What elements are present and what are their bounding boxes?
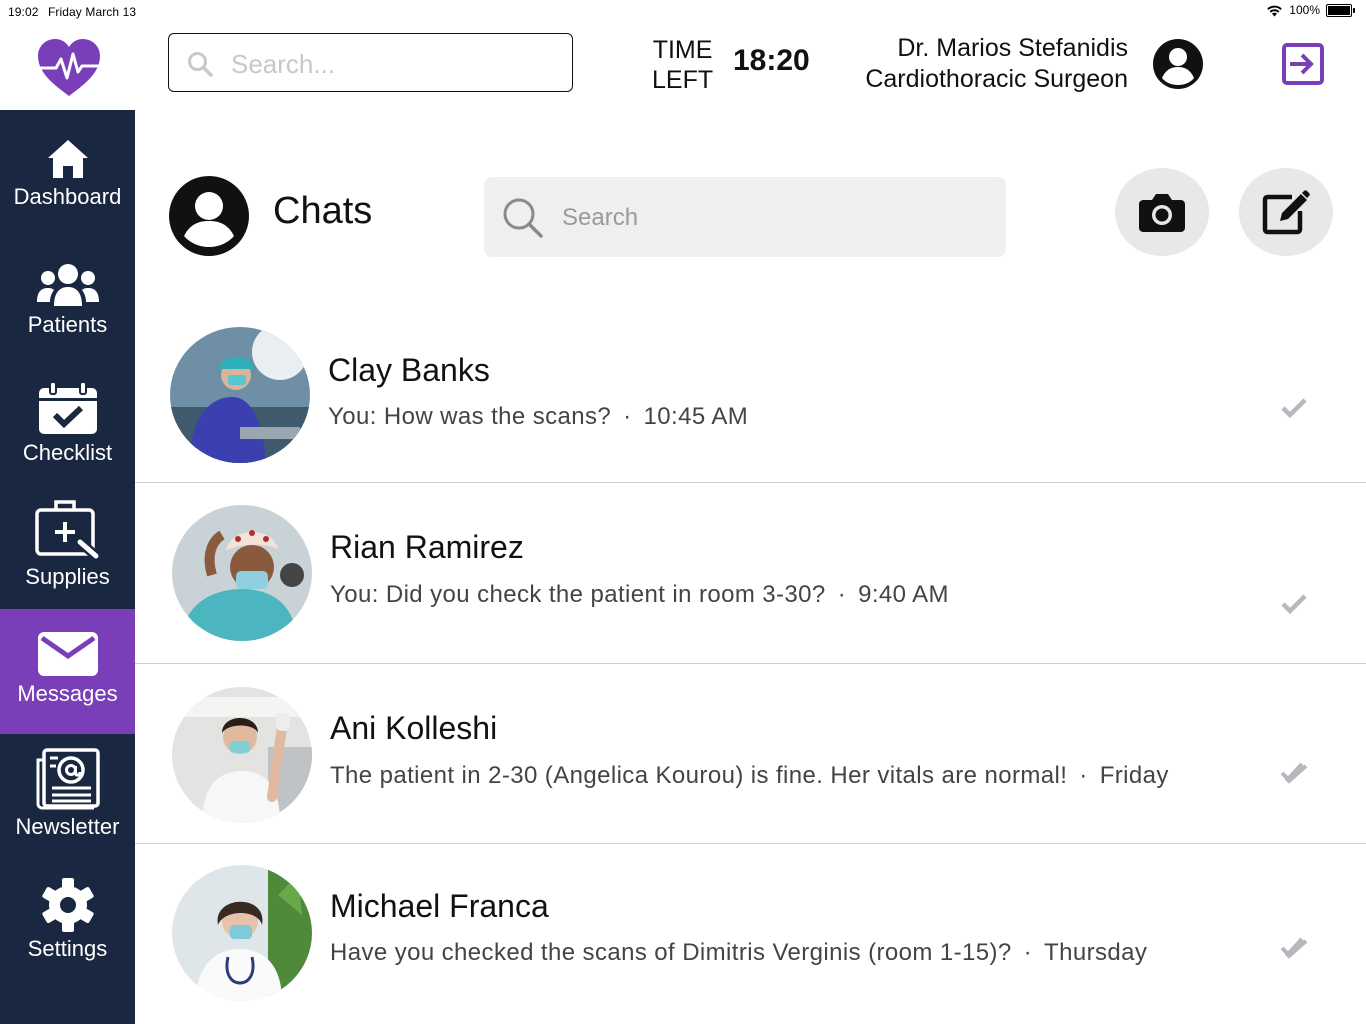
- wifi-icon: [1267, 5, 1283, 16]
- message-time: 9:40 AM: [858, 581, 949, 608]
- time-left-label-line2: LEFT: [652, 66, 714, 94]
- doctor-info: Dr. Marios Stefanidis Cardiothoracic Sur…: [865, 33, 1128, 95]
- sidebar-nav: Dashboard Patients Checklist Supplies Me…: [0, 110, 135, 1024]
- edit-icon: [1262, 190, 1310, 235]
- message-time: Thursday: [1044, 939, 1148, 966]
- gear-icon: [41, 878, 94, 932]
- battery-percent: 100%: [1289, 3, 1320, 17]
- separator-dot: ·: [623, 403, 632, 430]
- sidebar-item-label: Checklist: [22, 440, 113, 465]
- status-bar-right: 100%: [1266, 3, 1355, 17]
- time-left-label: TIME LEFT: [652, 35, 713, 95]
- contact-name: Michael Franca: [330, 888, 549, 924]
- doctor-role: Cardiothoracic Surgeon: [865, 65, 1128, 93]
- status-date: Friday March 13: [47, 5, 137, 19]
- message-preview: You: How was the scans? · 10:45 AM: [328, 403, 748, 431]
- camera-button[interactable]: [1115, 168, 1209, 256]
- message-text: You: Did you check the patient in room 3…: [330, 581, 826, 608]
- envelope-icon: [37, 632, 98, 676]
- status-bar-left: 19:02 Friday March 13: [8, 5, 142, 19]
- search-icon: [503, 198, 543, 238]
- contact-avatar: [172, 505, 312, 641]
- search-icon: [188, 52, 213, 77]
- separator-dot: ·: [1023, 939, 1033, 966]
- sidebar-item-label: Messages: [17, 681, 118, 706]
- message-preview: The patient in 2-30 (Angelica Kourou) is…: [330, 762, 1169, 790]
- sidebar-item-label: Settings: [27, 936, 108, 961]
- contact-avatar: [172, 687, 312, 823]
- sidebar-item-label: Dashboard: [13, 184, 122, 209]
- chat-list-item[interactable]: Clay Banks You: How was the scans? · 10:45…: [135, 300, 1366, 483]
- sidebar-item-supplies[interactable]: Supplies: [0, 498, 135, 590]
- read-double-check-icon: [1280, 937, 1308, 959]
- separator-dot: ·: [1079, 762, 1088, 789]
- sent-check-icon: [1281, 594, 1307, 615]
- chat-search-box[interactable]: [484, 177, 1006, 257]
- chat-list-item[interactable]: Michael Franca Have you checked the scan…: [135, 844, 1366, 1024]
- message-preview: You: Did you check the patient in room 3…: [330, 581, 949, 609]
- status-bar: 19:02 Friday March 13 100%: [0, 0, 1366, 24]
- chat-list-item[interactable]: Rian Ramirez You: Did you check the pati…: [135, 483, 1366, 664]
- sidebar-item-messages[interactable]: Messages: [0, 609, 135, 734]
- sidebar-item-settings[interactable]: Settings: [0, 878, 135, 962]
- sidebar-item-newsletter[interactable]: Newsletter: [0, 748, 135, 840]
- sent-check-icon: [1281, 398, 1307, 419]
- medical-bag-icon: [34, 500, 99, 560]
- read-double-check-icon: [1280, 762, 1308, 784]
- contact-name: Ani Kolleshi: [330, 710, 498, 746]
- calendar-check-icon: [38, 382, 97, 434]
- message-time: 10:45 AM: [643, 403, 749, 430]
- sidebar-item-dashboard[interactable]: Dashboard: [0, 138, 135, 210]
- users-icon: [36, 264, 99, 306]
- message-time: Friday: [1099, 762, 1169, 789]
- sidebar-item-label: Patients: [27, 312, 108, 337]
- page-title: Chats: [273, 190, 373, 232]
- profile-avatar-icon[interactable]: [1152, 38, 1204, 90]
- time-left-label-line1: TIME: [652, 36, 713, 64]
- battery-icon: [1326, 3, 1355, 17]
- home-icon: [47, 140, 88, 178]
- contact-name: Clay Banks: [328, 352, 490, 388]
- global-search-input[interactable]: [229, 46, 553, 82]
- separator-dot: ·: [837, 581, 847, 608]
- user-avatar-icon[interactable]: [168, 176, 250, 256]
- contact-avatar: [172, 865, 312, 1001]
- heart-pulse-logo-icon[interactable]: [36, 38, 102, 98]
- contact-avatar: [170, 327, 310, 463]
- status-time: 19:02: [8, 5, 39, 19]
- chat-list: Clay Banks You: How was the scans? · 10:45…: [135, 300, 1366, 1024]
- message-text: You: How was the scans?: [328, 403, 612, 430]
- chat-search-input[interactable]: [560, 199, 984, 237]
- message-preview: Have you checked the scans of Dimitris V…: [330, 939, 1147, 967]
- sidebar-item-label: Newsletter: [15, 814, 120, 839]
- global-search-box[interactable]: [168, 33, 573, 92]
- sidebar-item-checklist[interactable]: Checklist: [0, 382, 135, 466]
- message-text: The patient in 2-30 (Angelica Kourou) is…: [330, 762, 1068, 789]
- doctor-name: Dr. Marios Stefanidis: [897, 34, 1128, 62]
- newsletter-icon: [36, 748, 100, 810]
- message-text: Have you checked the scans of Dimitris V…: [330, 939, 1012, 966]
- compose-button[interactable]: [1239, 168, 1333, 256]
- contact-name: Rian Ramirez: [330, 529, 524, 565]
- chat-list-item[interactable]: Ani Kolleshi The patient in 2-30 (Angeli…: [135, 664, 1366, 844]
- logout-icon[interactable]: [1281, 42, 1325, 86]
- sidebar-item-patients[interactable]: Patients: [0, 262, 135, 338]
- camera-icon: [1139, 194, 1185, 232]
- sidebar-item-label: Supplies: [25, 564, 110, 589]
- time-left-value: 18:20: [733, 44, 810, 77]
